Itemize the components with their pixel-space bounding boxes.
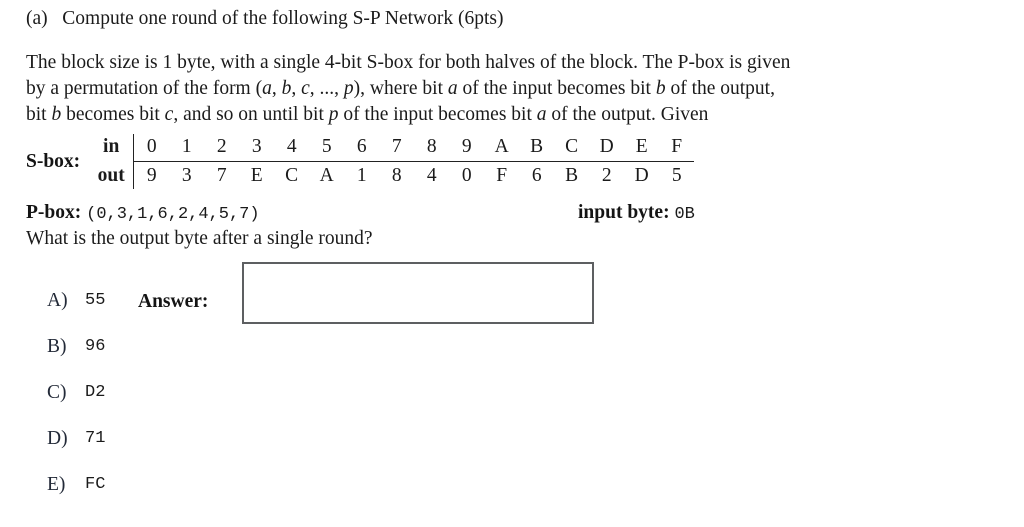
sbox-output-cell: 2 <box>589 161 625 189</box>
choice-key: D) <box>47 428 68 449</box>
pbox-value: (0,3,1,6,2,4,5,7) <box>86 205 260 224</box>
choice-value: 71 <box>85 429 106 448</box>
choice-option[interactable]: B) 96 <box>47 335 105 381</box>
sbox-output-cell: 5 <box>659 161 695 189</box>
choice-option[interactable]: C) D2 <box>47 381 105 427</box>
sbox-output-cell: F <box>484 161 520 189</box>
answer-input[interactable] <box>244 264 592 322</box>
body-line-2-part-f: of the input becomes bit <box>457 78 656 99</box>
body-line-3-part-b: becomes bit <box>61 104 165 125</box>
choice-key: B) <box>47 336 67 357</box>
sbox-output-cell: A <box>309 161 345 189</box>
sbox-table: in 0123456789ABCDEF out 937ECA1840F6B2D5 <box>89 134 695 189</box>
sbox-input-cell: 6 <box>356 136 367 157</box>
math-var-c1: c <box>301 78 310 99</box>
choice-key: A) <box>47 290 68 311</box>
sbox-input-cell: 4 <box>286 136 297 157</box>
pbox-label: P-box: <box>26 202 82 223</box>
math-var-a2: a <box>447 78 458 99</box>
math-var-b1: b <box>281 78 292 99</box>
sbox-input-cell: C <box>565 136 579 157</box>
math-var-a3: a <box>536 104 547 125</box>
question-heading-text: Compute one round of the following S-P N… <box>62 8 504 29</box>
body-line-2-part-c: , <box>291 78 302 99</box>
sbox-input-cell: F <box>671 136 683 157</box>
sbox-output-cell: 8 <box>379 161 415 189</box>
question-heading: (a) Compute one round of the following S… <box>26 7 504 31</box>
sbox-input-cell: 1 <box>181 136 192 157</box>
math-var-c2: c <box>164 104 174 125</box>
sbox-block: S-box: in 0123456789ABCDEF out 937ECA184… <box>26 134 695 189</box>
sbox-label: S-box: <box>26 150 81 172</box>
body-line-3-part-c: , and so on until bit <box>173 104 329 125</box>
choice-key: E) <box>47 474 66 495</box>
sbox-input-cell: 5 <box>321 136 332 157</box>
body-line-3-part-d: of the input becomes bit <box>338 104 537 125</box>
sbox-output-cell: 6 <box>519 161 555 189</box>
sbox-input-cell: D <box>599 136 614 157</box>
answer-box[interactable] <box>242 262 594 324</box>
question-prompt: What is the output byte after a single r… <box>26 228 373 249</box>
body-line-2: by a permutation of the form (a, b, c, .… <box>26 76 1016 102</box>
sbox-output-cell: 1 <box>344 161 380 189</box>
question-body: The block size is 1 byte, with a single … <box>26 50 1016 128</box>
body-line-2-part-e: ), where bit <box>353 78 448 99</box>
math-var-p2: p <box>328 104 339 125</box>
choice-list: A) 55 B) 96 C) D2 D) 71 E) FC <box>47 289 105 519</box>
choice-option[interactable]: A) 55 <box>47 289 105 335</box>
choice-value: 96 <box>85 337 106 356</box>
sbox-input-cell: B <box>530 136 544 157</box>
heading-gap <box>48 8 63 29</box>
sbox-input-row: in 0 1 2 3 4 5 6 7 8 9 ABCDE F <box>89 134 694 162</box>
input-byte-label: input byte: <box>578 202 670 223</box>
sbox-output-cell: D <box>624 161 660 189</box>
sbox-input-cell: 9 <box>461 136 472 157</box>
choice-option[interactable]: E) FC <box>47 473 105 519</box>
input-byte-value: 0B <box>674 205 695 224</box>
input-byte-line: input byte: 0B <box>578 201 695 227</box>
sbox-output-row-header: out <box>89 161 135 189</box>
math-var-p1: p <box>343 78 354 99</box>
body-line-3-part-e: of the output. Given <box>546 104 709 125</box>
math-var-a1: a <box>262 78 272 99</box>
body-line-3-part-a: bit <box>26 104 52 125</box>
sbox-output-cell: B <box>554 161 590 189</box>
answer-label: Answer: <box>138 291 209 312</box>
sbox-input-cell: 0 <box>146 136 157 157</box>
sbox-output-cell: E <box>239 161 275 189</box>
sbox-input-cell: 7 <box>391 136 402 157</box>
math-var-b2: b <box>655 78 666 99</box>
choice-key: C) <box>47 382 67 403</box>
choice-value: FC <box>85 475 106 494</box>
sbox-output-cell: 9 <box>133 161 170 189</box>
body-line-2-part-a: by a permutation of the form ( <box>26 78 263 99</box>
body-line-2-part-b: , <box>271 78 282 99</box>
sbox-input-cell: 3 <box>251 136 262 157</box>
sbox-output-row: out 937ECA1840F6B2D5 <box>89 161 695 189</box>
sbox-output-cell: C <box>274 161 310 189</box>
sbox-output-cell: 7 <box>204 161 240 189</box>
sbox-input-cell: A <box>494 136 509 157</box>
sbox-output-cell: 4 <box>414 161 450 189</box>
sbox-input-row-header: in <box>89 134 135 162</box>
math-var-b3: b <box>51 104 62 125</box>
body-line-3: bit b becomes bit c, and so on until bit… <box>26 102 1016 128</box>
sbox-input-cell: 8 <box>426 136 437 157</box>
body-line-2-part-g: of the output, <box>665 78 775 99</box>
choice-option[interactable]: D) 71 <box>47 427 105 473</box>
sbox-output-cell: 3 <box>169 161 205 189</box>
sbox-input-cell: E <box>635 136 648 157</box>
body-line-1: The block size is 1 byte, with a single … <box>26 52 791 73</box>
pbox-line: P-box: (0,3,1,6,2,4,5,7) <box>26 201 260 227</box>
body-line-2-part-d: , ..., <box>309 78 344 99</box>
choice-value: D2 <box>85 383 106 402</box>
question-marker: (a) <box>26 8 48 29</box>
sbox-output-cell: 0 <box>449 161 485 189</box>
exam-question-page: (a) Compute one round of the following S… <box>0 0 1024 527</box>
choice-value: 55 <box>85 291 106 310</box>
sbox-input-cell: 2 <box>216 136 227 157</box>
